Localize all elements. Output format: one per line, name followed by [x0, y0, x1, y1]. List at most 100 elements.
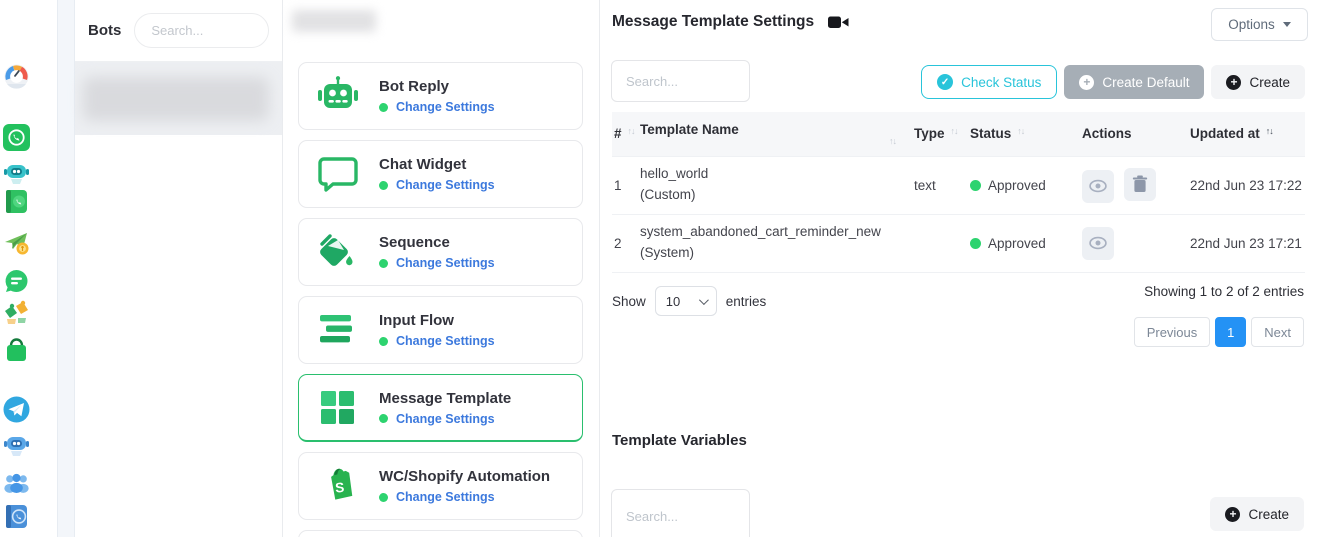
settings-card-chat-widget[interactable]: Chat Widget Change Settings	[298, 140, 583, 208]
bot-reply-icon	[316, 74, 360, 118]
trash-icon	[1132, 175, 1148, 193]
status-badge: Approved	[988, 236, 1046, 251]
column-header-actions: Actions	[1080, 112, 1188, 156]
show-label: Show	[612, 294, 646, 309]
change-settings-link[interactable]: Change Settings	[396, 100, 495, 114]
check-icon	[937, 74, 953, 90]
table-row: 2 system_abandoned_cart_reminder_new (Sy…	[612, 214, 1305, 272]
phonebook-blue-icon[interactable]	[3, 503, 30, 530]
create-variable-button[interactable]: Create	[1210, 497, 1304, 531]
column-header-updated-at[interactable]: Updated at↑↓	[1188, 112, 1305, 156]
view-button[interactable]	[1082, 170, 1114, 203]
chatbot-icon[interactable]	[3, 159, 30, 186]
row-index: 2	[612, 214, 638, 272]
chevron-down-icon	[1283, 22, 1291, 27]
settings-card-message-template[interactable]: Message Template Change Settings	[298, 374, 583, 442]
eye-icon	[1088, 236, 1108, 250]
plus-icon	[1079, 75, 1094, 90]
settings-card-sequence[interactable]: Sequence Change Settings	[298, 218, 583, 286]
contacts-green-icon[interactable]	[3, 188, 30, 215]
sequence-icon	[316, 230, 360, 274]
status-cell: Approved	[968, 156, 1080, 214]
settings-card-partial[interactable]	[298, 530, 583, 537]
message-template-icon	[316, 386, 360, 430]
change-settings-link[interactable]: Change Settings	[396, 256, 495, 270]
redacted-panel-title	[292, 10, 376, 32]
video-camera-icon[interactable]	[828, 15, 849, 30]
previous-page-button[interactable]: Previous	[1134, 317, 1211, 347]
telegram-bot-icon[interactable]	[3, 431, 30, 458]
template-name-cell: system_abandoned_cart_reminder_new (Syst…	[638, 214, 912, 272]
plus-icon	[1225, 507, 1240, 522]
settings-card-title: Bot Reply	[379, 78, 495, 95]
next-page-button[interactable]: Next	[1251, 317, 1304, 347]
settings-card-title: Sequence	[379, 234, 495, 251]
template-name: system_abandoned_cart_reminder_new	[640, 222, 910, 243]
templates-table: #↑↓ Template Name↑↓ Type↑↓ Status↑↓ Acti…	[612, 112, 1305, 273]
bot-list-item-selected[interactable]	[75, 62, 282, 135]
entries-summary: Showing 1 to 2 of 2 entries	[1144, 284, 1304, 299]
table-row: 1 hello_world (Custom) text Approved 22n…	[612, 156, 1305, 214]
page-1-button[interactable]: 1	[1215, 317, 1246, 347]
settings-panel: Bot Reply Change Settings Chat Widget Ch…	[283, 0, 600, 537]
telegram-icon[interactable]	[3, 396, 30, 423]
sort-icon: ↑↓	[951, 126, 958, 136]
change-settings-link[interactable]: Change Settings	[396, 334, 495, 348]
store-icon[interactable]	[3, 337, 30, 364]
change-settings-link[interactable]: Change Settings	[396, 490, 495, 504]
options-button[interactable]: Options	[1211, 8, 1308, 41]
svg-text:S: S	[335, 480, 345, 496]
updated-at-cell: 22nd Jun 23 17:21	[1188, 214, 1305, 272]
sort-icon: ↑↓	[1017, 126, 1024, 136]
change-settings-link[interactable]: Change Settings	[396, 178, 495, 192]
bots-search-input[interactable]	[134, 13, 269, 48]
status-dot	[379, 181, 388, 190]
settings-card-title: Message Template	[379, 390, 511, 407]
status-dot	[379, 337, 388, 346]
updated-at-cell: 22nd Jun 23 17:22	[1188, 156, 1305, 214]
check-status-button[interactable]: Check Status	[921, 65, 1057, 99]
create-button[interactable]: Create	[1211, 65, 1305, 99]
settings-card-wc-shopify[interactable]: S WC/Shopify Automation Change Settings	[298, 452, 583, 520]
main-content: Message Template Settings Options Check …	[600, 0, 1317, 537]
settings-card-input-flow[interactable]: Input Flow Change Settings	[298, 296, 583, 364]
status-cell: Approved	[968, 214, 1080, 272]
integrations-icon[interactable]	[3, 299, 30, 326]
change-settings-link[interactable]: Change Settings	[396, 412, 495, 426]
template-type: text	[912, 156, 968, 214]
page-size-select[interactable]: 10	[655, 286, 717, 316]
settings-card-bot-reply[interactable]: Bot Reply Change Settings	[298, 62, 583, 130]
live-chat-icon[interactable]	[3, 268, 30, 295]
column-header-template-name[interactable]: Template Name↑↓	[638, 112, 912, 156]
approved-dot	[970, 180, 981, 191]
sort-icon: ↑↓	[889, 136, 896, 146]
template-search-input[interactable]	[611, 60, 750, 102]
view-button[interactable]	[1082, 227, 1114, 260]
redacted-bot-name	[83, 77, 269, 121]
template-name-cell: hello_world (Custom)	[638, 156, 912, 214]
column-header-type[interactable]: Type↑↓	[912, 112, 968, 156]
approved-dot	[970, 238, 981, 249]
dashboard-icon[interactable]	[3, 63, 30, 90]
bots-panel-header: Bots	[75, 0, 282, 62]
column-header-index[interactable]: #↑↓	[612, 112, 638, 156]
create-default-button[interactable]: Create Default	[1064, 65, 1204, 99]
column-header-status[interactable]: Status↑↓	[968, 112, 1080, 156]
eye-icon	[1088, 179, 1108, 193]
whatsapp-icon[interactable]	[3, 124, 30, 151]
template-name: hello_world	[640, 164, 910, 185]
status-dot	[379, 103, 388, 112]
variables-search-input[interactable]	[611, 489, 750, 537]
page-title: Message Template Settings	[612, 13, 814, 31]
delete-button[interactable]	[1124, 168, 1156, 201]
bots-panel: Bots	[75, 0, 283, 537]
actions-cell	[1080, 214, 1188, 272]
rail-gutter	[57, 0, 75, 537]
broadcast-icon[interactable]	[3, 229, 30, 256]
status-dot	[379, 259, 388, 268]
template-source: (Custom)	[640, 185, 910, 206]
shopify-icon: S	[316, 464, 360, 508]
template-variables-title: Template Variables	[612, 432, 747, 449]
status-dot	[379, 493, 388, 502]
team-icon[interactable]	[3, 469, 30, 496]
